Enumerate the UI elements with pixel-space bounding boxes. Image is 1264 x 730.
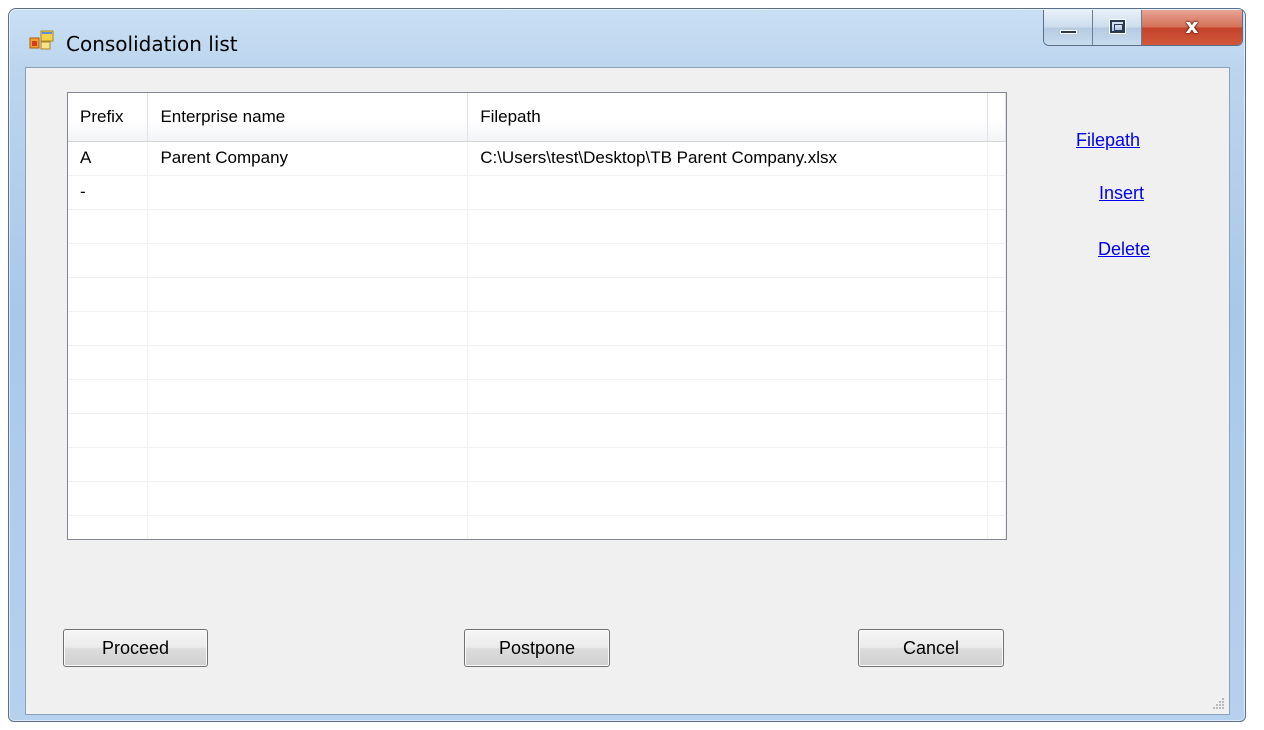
title-bar[interactable]: Consolidation list x — [9, 9, 1245, 65]
table-row[interactable]: A Parent Company C:\Users\test\Desktop\T… — [68, 141, 1006, 176]
column-header-filler — [987, 93, 1006, 142]
column-header-prefix[interactable]: Prefix — [68, 93, 149, 142]
cell-prefix[interactable]: A — [68, 141, 149, 176]
column-header-enterprise-name[interactable]: Enterprise name — [147, 93, 469, 142]
cell-filler — [987, 141, 1006, 176]
empty-row — [68, 413, 1006, 448]
cell-prefix[interactable]: - — [68, 175, 149, 210]
consolidation-list-window: Consolidation list x Prefix Enterprise n… — [8, 8, 1246, 722]
postpone-button[interactable]: Postpone — [464, 629, 610, 667]
client-area: Prefix Enterprise name Filepath A Parent… — [25, 67, 1230, 715]
cell-filler — [987, 175, 1006, 210]
cell-filepath[interactable] — [467, 175, 988, 210]
filepath-link[interactable]: Filepath — [1076, 130, 1140, 151]
cell-filepath[interactable]: C:\Users\test\Desktop\TB Parent Company.… — [467, 141, 988, 176]
size-grip-icon[interactable] — [1213, 698, 1225, 710]
window-controls: x — [1043, 10, 1243, 46]
grid-header-row: Prefix Enterprise name Filepath — [68, 93, 1006, 142]
empty-row — [68, 515, 1006, 539]
table-row[interactable]: - — [68, 175, 1006, 210]
empty-row — [68, 481, 1006, 516]
maximize-button[interactable] — [1093, 10, 1142, 45]
insert-link[interactable]: Insert — [1099, 183, 1144, 204]
empty-row — [68, 379, 1006, 414]
empty-row — [68, 277, 1006, 312]
empty-row — [68, 345, 1006, 380]
consolidation-grid[interactable]: Prefix Enterprise name Filepath A Parent… — [67, 92, 1007, 540]
empty-row — [68, 447, 1006, 482]
minimize-button[interactable] — [1044, 10, 1093, 45]
empty-row — [68, 243, 1006, 278]
window-title: Consolidation list — [66, 32, 238, 56]
cancel-button[interactable]: Cancel — [858, 629, 1004, 667]
grid-table: Prefix Enterprise name Filepath A Parent… — [68, 93, 1006, 539]
maximize-icon — [1110, 20, 1125, 33]
empty-row — [68, 209, 1006, 244]
column-header-filepath[interactable]: Filepath — [467, 93, 988, 142]
cell-enterprise-name[interactable] — [147, 175, 469, 210]
close-button[interactable]: x — [1142, 10, 1242, 45]
app-window-icon — [29, 29, 55, 51]
delete-link[interactable]: Delete — [1098, 239, 1150, 260]
close-icon: x — [1185, 14, 1199, 38]
minimize-icon — [1060, 30, 1077, 34]
proceed-button[interactable]: Proceed — [63, 629, 208, 667]
empty-row — [68, 311, 1006, 346]
cell-enterprise-name[interactable]: Parent Company — [147, 141, 469, 176]
